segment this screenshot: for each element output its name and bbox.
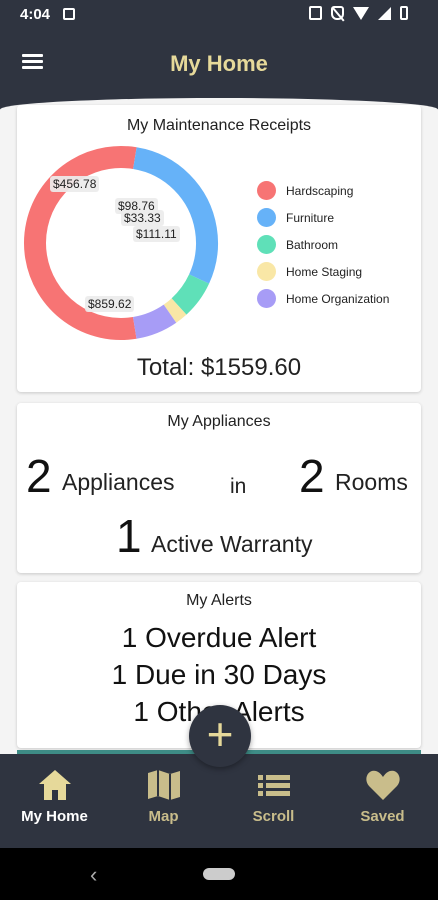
status-icons <box>309 6 408 20</box>
home-gesture-pill[interactable] <box>203 868 235 880</box>
warranty-word: Active Warranty <box>151 531 313 557</box>
legend-label: Furniture <box>286 210 335 225</box>
appliances-title: My Appliances <box>167 413 271 430</box>
room-count: 2 <box>299 450 325 502</box>
mute-icon <box>331 6 344 20</box>
bottom-nav: My Home Map Scroll Saved <box>0 754 438 848</box>
alert-due-soon: 1 Due in 30 Days <box>111 659 327 690</box>
heart-icon <box>365 770 400 800</box>
nav-item-saved[interactable]: Saved <box>328 754 437 848</box>
cast-icon <box>309 6 322 20</box>
legend-label: Bathroom <box>286 237 339 252</box>
alert-overdue: 1 Overdue Alert <box>121 622 317 653</box>
appliance-count: 2 <box>26 450 52 502</box>
legend-item: Furniture <box>257 204 389 231</box>
receipts-card[interactable]: My Maintenance Receipts $859.62 $456.78 $9… <box>17 105 421 392</box>
nav-label-my-home: My Home <box>21 808 88 825</box>
notification-icon <box>63 8 75 20</box>
receipts-total: Total: $1559.60 <box>136 354 302 381</box>
legend-label: Hardscaping <box>286 183 354 198</box>
appliance-connector: in <box>230 475 247 498</box>
legend-item: Hardscaping <box>257 177 389 204</box>
receipts-title: My Maintenance Receipts <box>126 117 312 134</box>
legend-item: Home Staging <box>257 258 389 285</box>
legend-swatch <box>257 262 276 281</box>
page-title: My Home <box>170 51 268 76</box>
list-icon <box>257 775 290 796</box>
legend-label: Home Staging <box>286 264 363 279</box>
legend-item: Home Organization <box>257 285 389 312</box>
status-time: 4:04 <box>20 6 51 23</box>
nav-label-map: Map <box>148 808 179 825</box>
wifi-icon <box>353 6 369 20</box>
slice-label-home-staging: $33.33 <box>121 210 164 226</box>
nav-item-my-home[interactable]: My Home <box>0 754 109 848</box>
slice-label-home-organization: $111.11 <box>133 226 180 242</box>
system-nav-bar: ‹ <box>0 848 438 900</box>
app-bar: My Home <box>0 30 438 100</box>
slice-label-hardscaping: $859.62 <box>85 296 135 312</box>
chart-legend: Hardscaping Furniture Bathroom Home Staging… <box>257 177 389 312</box>
main-content[interactable]: My Maintenance Receipts $859.62 $456.78 $9… <box>0 98 438 754</box>
appliance-word: Appliances <box>62 469 175 495</box>
status-bar: 4:04 <box>0 0 438 30</box>
battery-icon <box>400 6 408 20</box>
signal-icon <box>378 6 391 20</box>
add-button[interactable]: + <box>189 705 251 767</box>
slice-label-furniture: $456.78 <box>50 176 100 192</box>
nav-item-scroll[interactable]: Scroll <box>219 754 328 848</box>
map-icon <box>147 770 180 800</box>
legend-label: Home Organization <box>286 291 390 306</box>
legend-swatch <box>257 235 276 254</box>
back-button[interactable]: ‹ <box>90 862 97 888</box>
room-word: Rooms <box>335 469 408 495</box>
nav-item-map[interactable]: Map <box>109 754 218 848</box>
legend-item: Bathroom <box>257 231 389 258</box>
nav-label-scroll: Scroll <box>252 808 295 825</box>
legend-swatch <box>257 208 276 227</box>
home-icon <box>38 770 71 800</box>
nav-label-saved: Saved <box>360 808 405 825</box>
warranty-count: 1 <box>116 510 142 562</box>
alerts-title: My Alerts <box>186 592 252 609</box>
appliances-card[interactable]: My Appliances 2 Appliances in 2 Rooms 1 … <box>17 403 421 573</box>
legend-swatch <box>257 181 276 200</box>
legend-swatch <box>257 289 276 308</box>
